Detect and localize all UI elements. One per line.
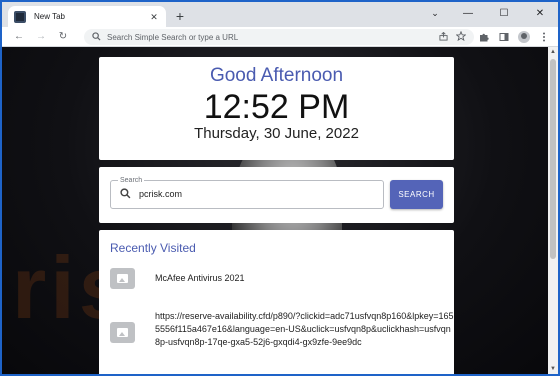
new-tab-page: risk.com Good Afternoon 12:52 PM Thursda… bbox=[2, 47, 558, 374]
recently-visited-card: Recently Visited McAfee Antivirus 2021 h… bbox=[99, 230, 454, 374]
image-placeholder-icon bbox=[110, 322, 135, 343]
forward-button[interactable]: → bbox=[30, 28, 52, 46]
back-button[interactable]: ← bbox=[8, 28, 30, 46]
recently-visited-title: Recently Visited bbox=[110, 241, 196, 255]
new-tab-button[interactable]: + bbox=[172, 8, 188, 24]
browser-toolbar: ← → ↻ Search Simple Search or type a URL bbox=[2, 27, 558, 47]
image-placeholder-icon bbox=[110, 268, 135, 289]
toolbar-right-icons bbox=[474, 28, 554, 46]
tab-new-tab[interactable]: New Tab ✕ bbox=[8, 6, 166, 27]
page-scrollbar[interactable]: ▲ ▼ bbox=[548, 47, 558, 374]
scroll-up-icon[interactable]: ▲ bbox=[550, 49, 556, 55]
minimize-button[interactable]: — bbox=[450, 2, 486, 24]
maximize-button[interactable]: ☐ bbox=[486, 2, 522, 24]
search-icon bbox=[120, 188, 131, 202]
recent-item-label: https://reserve-availability.cfd/p890/?c… bbox=[155, 311, 454, 347]
address-bar-placeholder: Search Simple Search or type a URL bbox=[107, 32, 239, 42]
profile-avatar-icon[interactable] bbox=[514, 28, 534, 46]
recent-item-label: McAfee Antivirus 2021 bbox=[155, 273, 245, 283]
search-button[interactable]: SEARCH bbox=[390, 180, 443, 209]
sidepanel-icon[interactable] bbox=[494, 28, 514, 46]
recent-item[interactable]: https://reserve-availability.cfd/p890/?c… bbox=[110, 310, 454, 349]
scroll-down-icon[interactable]: ▼ bbox=[550, 366, 556, 372]
close-window-button[interactable]: ✕ bbox=[522, 2, 558, 24]
clock-date: Thursday, 30 June, 2022 bbox=[194, 125, 359, 142]
tab-close-icon[interactable]: ✕ bbox=[148, 11, 160, 23]
recent-item[interactable]: McAfee Antivirus 2021 bbox=[110, 268, 245, 289]
tab-strip: New Tab ✕ + ⌄ — ☐ ✕ bbox=[2, 2, 558, 27]
tab-favicon-icon bbox=[14, 10, 26, 23]
tab-search-chevron-icon[interactable]: ⌄ bbox=[420, 2, 450, 24]
browser-window: New Tab ✕ + ⌄ — ☐ ✕ ← → ↻ Search Simple … bbox=[0, 0, 560, 376]
clock-time: 12:52 PM bbox=[203, 88, 350, 126]
greeting-text: Good Afternoon bbox=[209, 65, 344, 86]
search-card: Search pcrisk.com SEARCH bbox=[99, 167, 454, 223]
search-label: Search bbox=[118, 176, 145, 185]
kebab-menu-icon[interactable] bbox=[534, 28, 554, 46]
tab-title: New Tab bbox=[34, 12, 65, 21]
share-icon[interactable] bbox=[439, 31, 448, 43]
address-bar[interactable]: Search Simple Search or type a URL bbox=[84, 29, 474, 45]
window-controls: ⌄ — ☐ ✕ bbox=[420, 2, 558, 27]
search-icon bbox=[92, 31, 101, 43]
greeting-card: Good Afternoon 12:52 PM Thursday, 30 Jun… bbox=[99, 57, 454, 160]
search-input[interactable]: Search pcrisk.com bbox=[110, 176, 384, 209]
star-icon[interactable] bbox=[455, 30, 467, 43]
reload-button[interactable]: ↻ bbox=[52, 28, 74, 46]
puzzle-icon[interactable] bbox=[474, 28, 494, 46]
search-input-value: pcrisk.com bbox=[139, 189, 183, 199]
scroll-thumb[interactable] bbox=[550, 59, 556, 259]
